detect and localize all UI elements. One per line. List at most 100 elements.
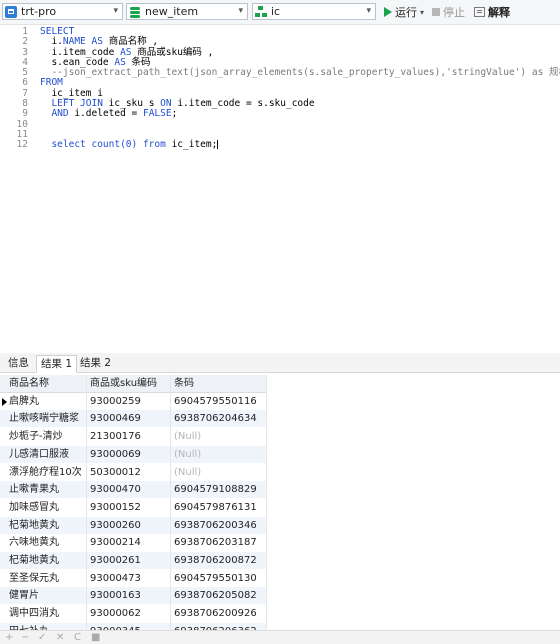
table-cell[interactable]: 93000069 bbox=[90, 446, 170, 463]
text-cursor bbox=[217, 140, 219, 150]
play-icon bbox=[384, 7, 392, 17]
table-cell[interactable]: 93000260 bbox=[90, 517, 170, 534]
tab-info[interactable]: 信息 bbox=[4, 355, 33, 371]
column-header[interactable]: 条码 bbox=[174, 375, 266, 392]
run-label: 运行 bbox=[395, 6, 417, 19]
table-cell[interactable]: 健胃片 bbox=[9, 587, 85, 604]
table-cell[interactable]: 6938706203187 bbox=[174, 534, 266, 551]
table-cell[interactable]: 炒栀子-清炒 bbox=[9, 428, 85, 445]
table-cell[interactable]: 6904579550130 bbox=[174, 570, 266, 587]
table-cell[interactable]: 止嗽咳喘宁糖浆 bbox=[9, 410, 85, 427]
stop-icon bbox=[432, 8, 440, 16]
explain-label: 解释 bbox=[488, 6, 510, 19]
table-row[interactable]: 至圣保元丸 93000473 6904579550130 bbox=[0, 570, 266, 587]
table-cell[interactable]: 93000261 bbox=[90, 552, 170, 569]
delete-record-button[interactable]: − bbox=[21, 631, 29, 644]
table-row[interactable]: 杞菊地黄丸 93000261 6938706200872 bbox=[0, 552, 266, 569]
column-divider bbox=[170, 375, 171, 631]
column-header[interactable]: 商品名称 bbox=[9, 375, 85, 392]
table-row[interactable]: 调中四消丸 93000062 6938706200926 bbox=[0, 605, 266, 622]
table-cell[interactable]: 漂浮舱疗程10次 bbox=[9, 464, 85, 481]
table-row[interactable]: 止嗽青果丸 93000470 6904579108829 bbox=[0, 481, 266, 499]
line-number-gutter: 1 2 3 4 5 6 7 8 9 10 11 12 bbox=[0, 26, 28, 151]
stop-label: 停止 bbox=[443, 6, 465, 19]
toolbar: trt-pro ▾ new_item ▾ ic ▾ 运行 ▾ 停止 解释 bbox=[0, 0, 560, 25]
table-header: 商品名称 商品或sku编码 条码 bbox=[0, 375, 266, 393]
table-cell[interactable]: 21300176 bbox=[90, 428, 170, 445]
table-cell[interactable]: (Null) bbox=[174, 446, 266, 463]
table-cell[interactable]: 6904579550116 bbox=[174, 393, 266, 410]
tab-result-2[interactable]: 结果 2 bbox=[76, 355, 115, 371]
discard-changes-button[interactable]: ✕ bbox=[56, 631, 64, 644]
table-cell[interactable]: 50300012 bbox=[90, 464, 170, 481]
refresh-button[interactable]: C bbox=[74, 631, 81, 644]
table-cell[interactable]: 6938706204634 bbox=[174, 410, 266, 427]
stop-button[interactable]: 停止 bbox=[432, 4, 465, 20]
sql-code[interactable]: SELECT i.NAME AS 商品名称 , i.item_code AS 商… bbox=[40, 26, 560, 151]
table-cell[interactable]: 止嗽青果丸 bbox=[9, 481, 85, 498]
table-row[interactable]: 炒栀子-清炒 21300176 (Null) bbox=[0, 428, 266, 445]
stop-query-button[interactable]: ■ bbox=[91, 631, 100, 644]
table-cell[interactable]: 至圣保元丸 bbox=[9, 570, 85, 587]
code-token: AND bbox=[51, 108, 69, 120]
table-cell[interactable]: 93000152 bbox=[90, 499, 170, 516]
table-cell[interactable]: (Null) bbox=[174, 464, 266, 481]
code-token: FALSE bbox=[142, 108, 172, 120]
code-token: ic_item; bbox=[171, 139, 218, 151]
table-row[interactable]: 止嗽咳喘宁糖浆 93000469 6938706204634 bbox=[0, 410, 266, 428]
sql-editor[interactable]: 1 2 3 4 5 6 7 8 9 10 11 12 SELECT i.NAME AS 商品名称 , … bbox=[0, 25, 560, 350]
table-cell[interactable]: 93000259 bbox=[90, 393, 170, 410]
table-cell[interactable]: 杞菊地黄丸 bbox=[9, 517, 85, 534]
code-token: i.deleted = bbox=[68, 108, 143, 120]
table-cell[interactable]: 93000062 bbox=[90, 605, 170, 622]
chevron-down-icon: ▾ bbox=[238, 6, 243, 16]
table-cell[interactable]: 6938706200346 bbox=[174, 517, 266, 534]
code-token: select count(0) from bbox=[40, 139, 172, 151]
table-cell[interactable]: 杞菊地黄丸 bbox=[9, 552, 85, 569]
add-record-button[interactable]: + bbox=[5, 631, 13, 644]
table-cell[interactable]: 启脾丸 bbox=[9, 393, 85, 410]
table-row[interactable]: 启脾丸 93000259 6904579550116 bbox=[0, 393, 266, 410]
table-row[interactable]: 杞菊地黄丸 93000260 6938706200346 bbox=[0, 516, 266, 534]
code-line: FROM bbox=[40, 78, 560, 88]
column-header[interactable]: 商品或sku编码 bbox=[90, 375, 170, 392]
table-cell[interactable]: 93000469 bbox=[90, 410, 170, 427]
table-row[interactable]: 加味感冒丸 93000152 6904579876131 bbox=[0, 499, 266, 516]
schema-select[interactable]: ic ▾ bbox=[252, 3, 376, 20]
table-cell[interactable]: 93000470 bbox=[90, 481, 170, 498]
table-cell[interactable]: 儿感清口服液 bbox=[9, 446, 85, 463]
run-dropdown-icon[interactable]: ▾ bbox=[420, 8, 424, 17]
table-cell[interactable]: 93000163 bbox=[90, 587, 170, 604]
schema-name: ic bbox=[271, 5, 281, 18]
grid-action-bar: + − ✓ ✕ C ■ bbox=[0, 630, 560, 644]
table-cell[interactable]: (Null) bbox=[174, 428, 266, 445]
table-row[interactable]: 儿感清口服液 93000069 (Null) bbox=[0, 445, 266, 463]
explain-icon bbox=[474, 7, 485, 17]
table-cell[interactable]: 六味地黄丸 bbox=[9, 534, 85, 551]
code-line: --json_extract_path_text(json_array_elem… bbox=[40, 68, 560, 78]
table-cell[interactable]: 93000214 bbox=[90, 534, 170, 551]
table-row[interactable]: 漂浮舱疗程10次 50300012 (Null) bbox=[0, 464, 266, 481]
tab-result-1[interactable]: 结果 1 bbox=[36, 355, 78, 373]
apply-changes-button[interactable]: ✓ bbox=[38, 631, 46, 644]
database-select[interactable]: new_item ▾ bbox=[126, 3, 248, 20]
column-divider bbox=[86, 375, 87, 631]
table-cell[interactable]: 6904579108829 bbox=[174, 481, 266, 498]
table-cell[interactable]: 6938706200872 bbox=[174, 552, 266, 569]
table-cell[interactable]: 6904579876131 bbox=[174, 499, 266, 516]
explain-button[interactable]: 解释 bbox=[474, 4, 510, 20]
table-row[interactable]: 健胃片 93000163 6938706205082 bbox=[0, 587, 266, 605]
connection-select[interactable]: trt-pro ▾ bbox=[2, 3, 123, 20]
table-cell[interactable]: 6938706205082 bbox=[174, 587, 266, 604]
line-number: 12 bbox=[16, 139, 28, 151]
table-row[interactable]: 六味地黄丸 93000214 6938706203187 bbox=[0, 534, 266, 551]
table-cell[interactable]: 6938706200926 bbox=[174, 605, 266, 622]
table-cell[interactable]: 调中四消丸 bbox=[9, 605, 85, 622]
result-tab-bar: 信息 结果 1 结果 2 bbox=[0, 353, 560, 373]
table-cell[interactable]: 加味感冒丸 bbox=[9, 499, 85, 516]
table-cell[interactable]: 93000473 bbox=[90, 570, 170, 587]
chevron-down-icon: ▾ bbox=[113, 6, 118, 16]
run-button[interactable]: 运行 ▾ bbox=[384, 4, 424, 20]
